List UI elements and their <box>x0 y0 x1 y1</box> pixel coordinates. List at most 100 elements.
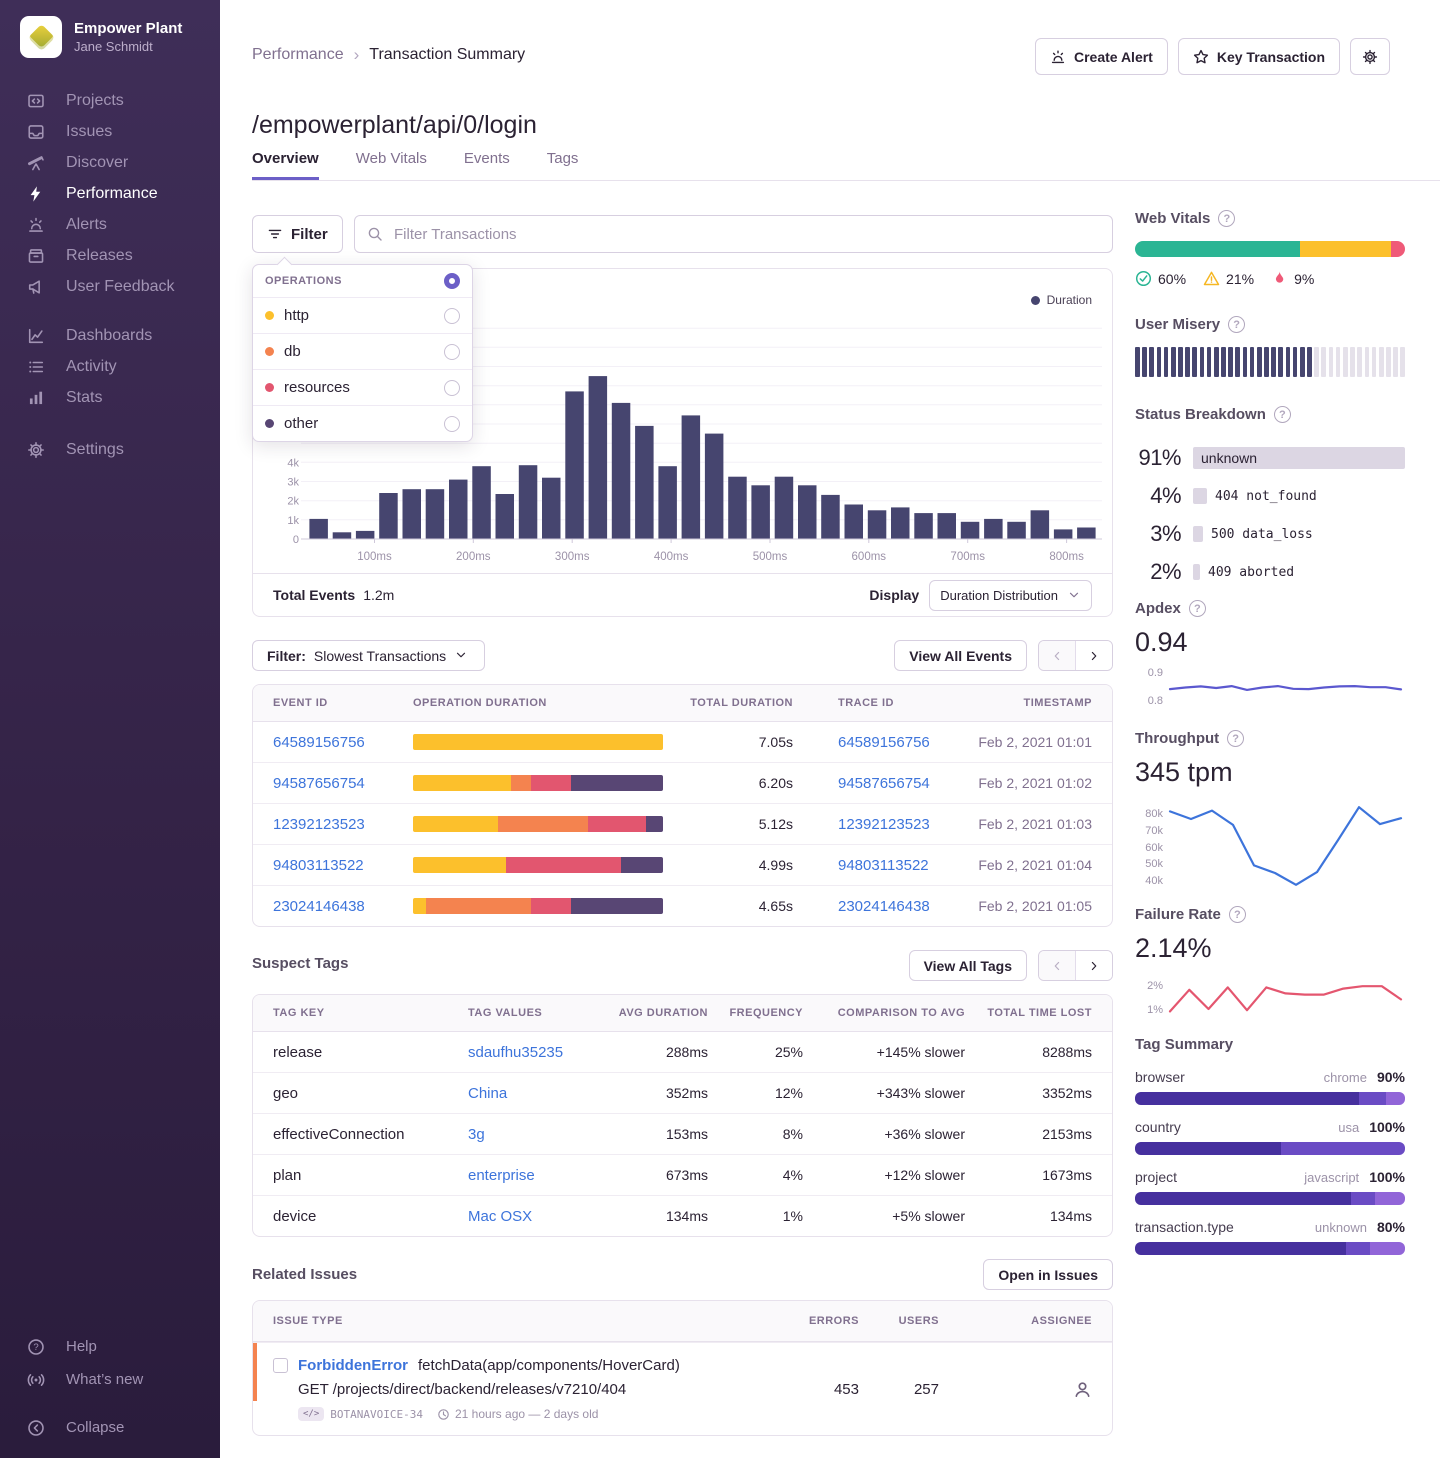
misery-tick <box>1221 347 1226 377</box>
column-header-errors: ERRORS <box>769 1315 859 1327</box>
clock-icon <box>437 1408 450 1421</box>
filter-button[interactable]: Filter <box>252 215 343 253</box>
misery-tick <box>1343 347 1348 377</box>
help-icon[interactable] <box>1274 406 1291 423</box>
tag-summary-percent: 100% <box>1369 1169 1405 1185</box>
frequency: 25% <box>708 1044 803 1060</box>
tag-value-link[interactable]: China <box>468 1085 608 1102</box>
tag-bar-segment <box>1351 1192 1375 1205</box>
tag-bar-segment <box>1346 1242 1370 1255</box>
operation-option-other[interactable]: other <box>253 405 472 441</box>
misery-tick <box>1135 347 1140 377</box>
view-all-events-button[interactable]: View All Events <box>894 640 1027 671</box>
sidebar-item-discover[interactable]: Discover <box>0 147 220 178</box>
display-select[interactable]: Duration Distribution <box>929 580 1092 611</box>
help-icon[interactable] <box>1227 730 1244 747</box>
events-table: EVENT IDOPERATION DURATIONTOTAL DURATION… <box>252 684 1113 927</box>
events-filter-dropdown[interactable]: Filter: Slowest Transactions <box>252 640 485 671</box>
operation-option-resources[interactable]: resources <box>253 369 472 405</box>
operation-radio[interactable] <box>444 380 460 396</box>
search-input[interactable] <box>392 225 1100 244</box>
previous-page-button[interactable] <box>1039 951 1076 980</box>
create-alert-button[interactable]: Create Alert <box>1035 38 1168 75</box>
event-id-link[interactable]: 94587656754 <box>273 775 413 792</box>
tab-overview[interactable]: Overview <box>252 150 319 180</box>
sidebar-item-performance[interactable]: Performance <box>0 178 220 209</box>
axis-tick-label: 70k <box>1135 825 1163 837</box>
tag-summary-row: projectjavascript100% <box>1135 1169 1405 1205</box>
sidebar-item-user-feedback[interactable]: User Feedback <box>0 271 220 302</box>
help-icon[interactable] <box>1229 906 1246 923</box>
column-header-users: USERS <box>859 1315 939 1327</box>
issue-row[interactable]: ForbiddenError fetchData(app/components/… <box>253 1342 1112 1435</box>
operation-radio[interactable] <box>444 344 460 360</box>
next-page-button[interactable] <box>1076 951 1112 980</box>
operations-dropdown-header: OPERATIONS <box>253 265 472 297</box>
op-segment-http <box>413 734 663 750</box>
assignee-button[interactable] <box>1073 1380 1092 1399</box>
sidebar-item-releases[interactable]: Releases <box>0 240 220 271</box>
status-row: 91%unknown <box>1135 439 1405 477</box>
op-segment-other <box>571 898 664 914</box>
sidebar-item-label: Releases <box>66 247 133 265</box>
help-icon[interactable] <box>1228 316 1245 333</box>
trace-id-link[interactable]: 94587656754 <box>793 775 968 792</box>
key-transaction-button[interactable]: Key Transaction <box>1178 38 1340 75</box>
tag-value-link[interactable]: Mac OSX <box>468 1208 608 1225</box>
sidebar-item-issues[interactable]: Issues <box>0 116 220 147</box>
timestamp: Feb 2, 2021 01:04 <box>968 857 1092 873</box>
misery-tick <box>1164 347 1169 377</box>
help-icon[interactable] <box>1189 600 1206 617</box>
svg-text:4k: 4k <box>287 457 299 469</box>
sidebar-item-projects[interactable]: Projects <box>0 85 220 116</box>
sidebar-item-settings[interactable]: Settings <box>0 434 220 465</box>
event-id-link[interactable]: 23024146438 <box>273 898 413 915</box>
help-icon[interactable] <box>1218 210 1235 227</box>
settings-button[interactable] <box>1350 38 1390 75</box>
open-in-issues-button[interactable]: Open in Issues <box>983 1259 1113 1290</box>
breadcrumb-performance[interactable]: Performance <box>252 46 344 64</box>
sidebar-item-help[interactable]: ?Help <box>0 1330 220 1363</box>
sidebar-item-activity[interactable]: Activity <box>0 351 220 382</box>
tab-tags[interactable]: Tags <box>547 150 579 180</box>
sidebar-item-label: Settings <box>66 441 124 459</box>
trace-id-link[interactable]: 23024146438 <box>793 898 968 915</box>
tab-events[interactable]: Events <box>464 150 510 180</box>
operations-all-radio[interactable] <box>444 273 460 289</box>
event-id-link[interactable]: 12392123523 <box>273 816 413 833</box>
issue-type-link[interactable]: ForbiddenError <box>298 1357 408 1374</box>
tag-summary-key: project <box>1135 1169 1304 1185</box>
page-title: /empowerplant/api/0/login <box>252 111 537 140</box>
misery-tick <box>1214 347 1219 377</box>
operation-option-http[interactable]: http <box>253 297 472 333</box>
previous-page-button[interactable] <box>1039 641 1076 670</box>
star-icon <box>1193 49 1209 65</box>
tag-value-link[interactable]: 3g <box>468 1126 608 1143</box>
trace-id-link[interactable]: 12392123523 <box>793 816 968 833</box>
issue-checkbox[interactable] <box>273 1358 288 1373</box>
table-row: 948031135224.99s94803113522Feb 2, 2021 0… <box>253 844 1112 885</box>
operation-color-dot-icon <box>265 419 274 428</box>
tag-summary-value: unknown <box>1315 1220 1367 1235</box>
event-id-link[interactable]: 94803113522 <box>273 857 413 874</box>
org-switcher[interactable]: Empower Plant Jane Schmidt <box>20 16 182 58</box>
sidebar-item-stats[interactable]: Stats <box>0 382 220 413</box>
operation-radio[interactable] <box>444 308 460 324</box>
tag-value-link[interactable]: sdaufhu35235 <box>468 1044 608 1061</box>
operation-option-db[interactable]: db <box>253 333 472 369</box>
sidebar-item-dashboards[interactable]: Dashboards <box>0 320 220 351</box>
tab-web-vitals[interactable]: Web Vitals <box>356 150 427 180</box>
vitals-segment-meh <box>1300 241 1392 257</box>
misery-tick <box>1307 347 1312 377</box>
trace-id-link[interactable]: 64589156756 <box>793 734 968 751</box>
sidebar-item-what-s-new[interactable]: What’s new <box>0 1363 220 1396</box>
status-code-label: 409 aborted <box>1208 565 1294 580</box>
next-page-button[interactable] <box>1076 641 1112 670</box>
operation-radio[interactable] <box>444 416 460 432</box>
sidebar-item-collapse[interactable]: Collapse <box>0 1411 220 1444</box>
tag-value-link[interactable]: enterprise <box>468 1167 608 1184</box>
sidebar-item-alerts[interactable]: Alerts <box>0 209 220 240</box>
event-id-link[interactable]: 64589156756 <box>273 734 413 751</box>
view-all-tags-button[interactable]: View All Tags <box>909 950 1027 981</box>
trace-id-link[interactable]: 94803113522 <box>793 857 968 874</box>
